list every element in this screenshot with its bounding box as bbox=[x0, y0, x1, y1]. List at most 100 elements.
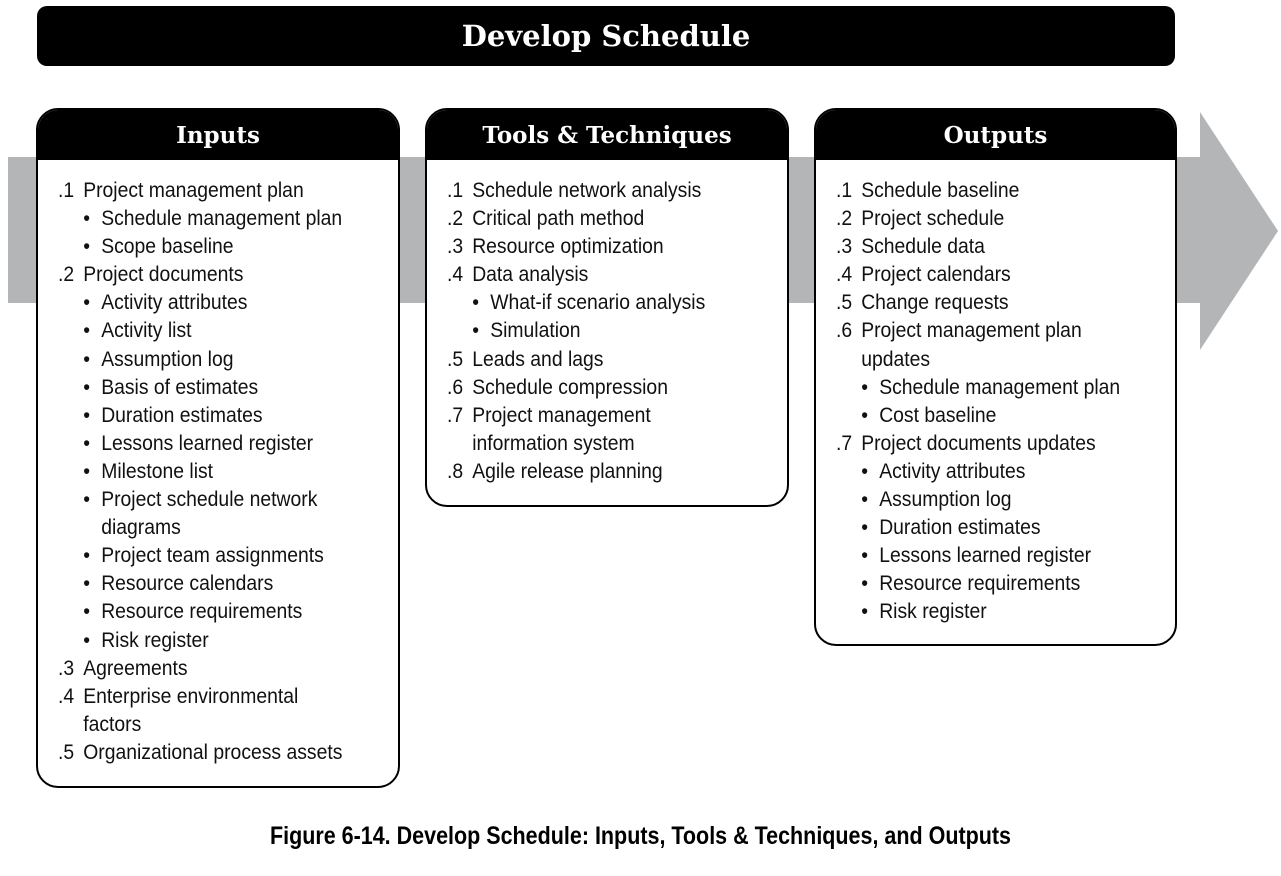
item-number: .7 bbox=[836, 430, 853, 455]
list-item: updates bbox=[836, 345, 1141, 373]
list-item: • Activity attributes bbox=[58, 288, 364, 316]
bullet-marker: • bbox=[861, 515, 868, 540]
list-item: factors bbox=[58, 710, 364, 738]
item-text: Project management bbox=[472, 402, 651, 427]
item-text: Duration estimates bbox=[101, 402, 263, 427]
item-text: Project team assignments bbox=[101, 543, 324, 568]
bullet-marker: • bbox=[861, 543, 868, 568]
item-text: Project documents updates bbox=[861, 430, 1096, 455]
outputs-box: Outputs .1 Schedule baseline .2 Project sch… bbox=[814, 108, 1177, 646]
tools-heading: Tools & Techniques bbox=[427, 110, 787, 160]
item-text: Activity attributes bbox=[879, 458, 1026, 483]
list-item: .2 Project documents bbox=[58, 260, 364, 288]
bullet-marker: • bbox=[472, 290, 479, 315]
item-text: Scope baseline bbox=[101, 234, 234, 259]
process-arrow-head bbox=[1200, 112, 1278, 350]
item-text: Basis of estimates bbox=[101, 374, 259, 399]
item-text: Change requests bbox=[861, 290, 1009, 315]
item-text: Schedule baseline bbox=[861, 178, 1020, 202]
item-text: Duration estimates bbox=[879, 515, 1041, 540]
item-text: Lessons learned register bbox=[101, 430, 314, 455]
item-text: Agreements bbox=[83, 655, 188, 680]
item-number bbox=[447, 429, 472, 457]
item-number: .2 bbox=[447, 206, 464, 231]
item-text: Assumption log bbox=[879, 487, 1012, 512]
item-number: .5 bbox=[447, 346, 464, 371]
item-number: .7 bbox=[447, 402, 464, 427]
list-item: • Schedule management plan bbox=[836, 373, 1141, 401]
item-text: diagrams bbox=[101, 515, 181, 540]
list-item: .2 Project schedule bbox=[836, 204, 1141, 232]
item-text: Risk register bbox=[101, 627, 209, 652]
bullet-marker: • bbox=[83, 346, 90, 371]
list-item: • Schedule management plan bbox=[58, 204, 364, 232]
item-text: Lessons learned register bbox=[879, 543, 1092, 568]
list-item: .3 Agreements bbox=[58, 654, 364, 682]
list-item: • Resource requirements bbox=[836, 569, 1141, 597]
item-text: Project calendars bbox=[861, 262, 1011, 287]
item-number: .4 bbox=[447, 262, 464, 287]
list-item: • Basis of estimates bbox=[58, 373, 364, 401]
item-text: Resource requirements bbox=[879, 571, 1081, 596]
item-number bbox=[58, 710, 83, 738]
item-number: .1 bbox=[447, 178, 464, 202]
item-text: Project schedule bbox=[861, 206, 1005, 231]
inputs-heading: Inputs bbox=[38, 110, 398, 160]
list-item: .3 Resource optimization bbox=[447, 232, 753, 260]
list-item: .6 Project management plan bbox=[836, 316, 1141, 344]
bullet-marker bbox=[83, 513, 101, 541]
bullet-marker: • bbox=[83, 458, 90, 483]
list-item: • Risk register bbox=[58, 626, 364, 654]
list-item: • Lessons learned register bbox=[836, 541, 1141, 569]
bullet-marker: • bbox=[861, 571, 868, 596]
bullet-marker: • bbox=[83, 234, 90, 259]
item-text: Milestone list bbox=[101, 458, 214, 483]
item-text: Project documents bbox=[83, 262, 244, 287]
list-item: • Cost baseline bbox=[836, 401, 1141, 429]
item-text: Schedule management plan bbox=[101, 206, 343, 231]
list-item: .5 Leads and lags bbox=[447, 345, 753, 373]
bullet-marker: • bbox=[83, 318, 90, 343]
bullet-marker: • bbox=[83, 543, 90, 568]
list-item: .1 Project management plan bbox=[58, 176, 364, 204]
list-item: • Lessons learned register bbox=[58, 429, 364, 457]
bullet-marker: • bbox=[83, 374, 90, 399]
item-text: Simulation bbox=[490, 318, 581, 343]
tools-list: .1 Schedule network analysis .2 Critical pa… bbox=[427, 160, 787, 485]
list-item: .5 Organizational process assets bbox=[58, 738, 364, 766]
list-item: • Activity attributes bbox=[836, 457, 1141, 485]
item-text: Assumption log bbox=[101, 346, 234, 371]
item-text: What-if scenario analysis bbox=[490, 290, 706, 315]
item-text: factors bbox=[83, 711, 142, 736]
list-item: diagrams bbox=[58, 513, 364, 541]
item-number: .6 bbox=[836, 318, 853, 343]
list-item: .5 Change requests bbox=[836, 288, 1141, 316]
bullet-marker: • bbox=[83, 402, 90, 427]
item-number: .6 bbox=[447, 374, 464, 399]
item-text: Resource requirements bbox=[101, 599, 303, 624]
item-text: Activity list bbox=[101, 318, 192, 343]
item-number: .4 bbox=[836, 262, 853, 287]
item-text: Enterprise environmental bbox=[83, 683, 299, 708]
list-item: .6 Schedule compression bbox=[447, 373, 753, 401]
item-text: Activity attributes bbox=[101, 290, 248, 315]
item-number: .2 bbox=[58, 262, 75, 287]
item-number bbox=[836, 345, 861, 373]
list-item: .3 Schedule data bbox=[836, 232, 1141, 260]
item-text: Resource calendars bbox=[101, 571, 274, 596]
list-item: .7 Project management bbox=[447, 401, 753, 429]
list-item: .1 Schedule network analysis bbox=[447, 176, 753, 204]
bullet-marker: • bbox=[861, 487, 868, 512]
item-text: Organizational process assets bbox=[83, 739, 343, 764]
list-item: • Scope baseline bbox=[58, 232, 364, 260]
figure-caption: Figure 6-14. Develop Schedule: Inputs, T… bbox=[269, 822, 1012, 850]
list-item: .4 Data analysis bbox=[447, 260, 753, 288]
bullet-marker: • bbox=[83, 290, 90, 315]
list-item: • Duration estimates bbox=[58, 401, 364, 429]
list-item: .4 Project calendars bbox=[836, 260, 1141, 288]
list-item: .2 Critical path method bbox=[447, 204, 753, 232]
bullet-marker: • bbox=[83, 571, 90, 596]
item-text: information system bbox=[472, 430, 635, 455]
list-item: • Resource calendars bbox=[58, 569, 364, 597]
item-text: Schedule management plan bbox=[879, 374, 1121, 399]
